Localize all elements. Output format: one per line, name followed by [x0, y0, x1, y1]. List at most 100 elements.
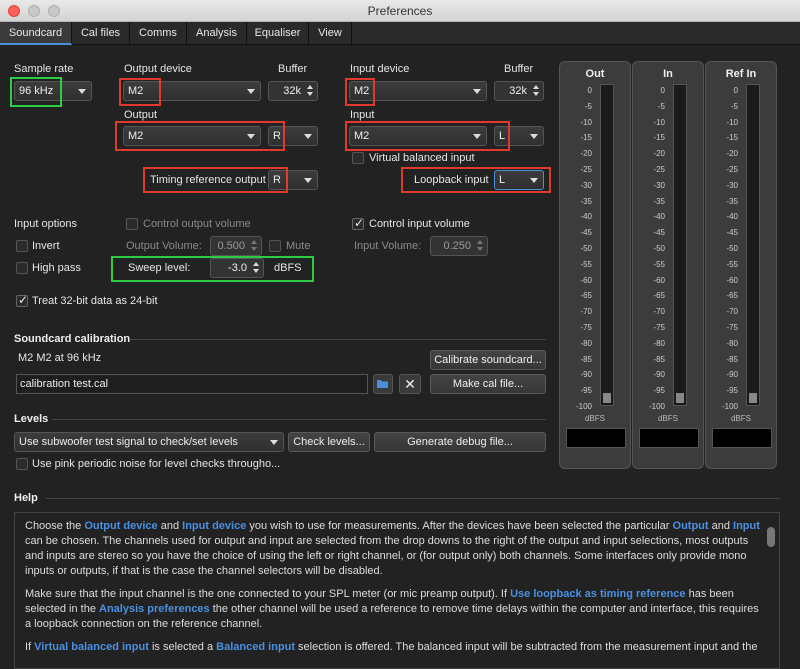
meter-tick-label: -50 [726, 244, 738, 253]
meter-tick-label: -60 [726, 275, 738, 285]
meter-tick-label: -15 [726, 133, 738, 143]
mute-checkbox[interactable] [269, 240, 281, 252]
high-pass-checkbox[interactable] [16, 262, 28, 274]
highlight-output-device [119, 78, 161, 106]
stepper-up-icon[interactable] [533, 85, 539, 89]
meter-tick-label: -45 [580, 228, 592, 238]
meter-unit: dBFS [730, 414, 751, 423]
help-text-panel[interactable]: Choose the Output device and Input devic… [14, 512, 780, 669]
input-options-label: Input options [14, 218, 77, 230]
pink-noise-checkbox[interactable] [16, 458, 28, 470]
meter-tick-label: -50 [580, 244, 592, 253]
help-text-run: can be chosen. The channels used for out… [25, 535, 749, 577]
help-highlight: Analysis preferences [99, 603, 210, 615]
scroll-thumb[interactable] [767, 527, 775, 547]
highlight-input [345, 121, 510, 151]
title-bar: Preferences [0, 0, 800, 22]
stepper-up-icon[interactable] [307, 85, 313, 89]
meter-title: In [663, 68, 673, 80]
input-buffer-value: 32k [509, 85, 527, 97]
stepper-down-icon[interactable] [477, 247, 483, 251]
chevron-down-icon [304, 134, 312, 139]
calibrate-soundcard-button[interactable]: Calibrate soundcard... [430, 350, 546, 370]
meter-tick-label: -55 [653, 259, 665, 269]
meter-tick-label: -75 [653, 323, 665, 332]
meter-bar [600, 84, 614, 406]
invert-label: Invert [32, 240, 60, 252]
meter-tick-label: -20 [653, 149, 665, 159]
stepper-down-icon[interactable] [533, 92, 539, 96]
meter-tick-label: -100 [575, 402, 592, 411]
make-cal-file-button[interactable]: Make cal file... [430, 374, 546, 394]
tab-comms[interactable]: Comms [130, 22, 187, 45]
help-scrollbar[interactable] [767, 517, 775, 665]
meter-tick-label: -60 [653, 275, 665, 285]
meter-tick-label: -70 [726, 307, 738, 317]
meter-tick-label: -30 [726, 180, 738, 190]
meter-fill [603, 393, 611, 403]
meter-tick-label: -95 [653, 386, 665, 396]
meter-tick-label: -20 [726, 149, 738, 159]
output-channel-label: Output [124, 109, 158, 121]
stepper-down-icon[interactable] [251, 247, 257, 251]
control-input-volume-checkbox[interactable] [352, 216, 364, 230]
virtual-balanced-checkbox[interactable] [352, 152, 364, 164]
calibration-file-field[interactable]: calibration test.cal [16, 374, 368, 394]
input-device-label: Input device [350, 63, 410, 75]
output-volume-value: 0.500 [217, 240, 245, 252]
meter-tick-label: -95 [580, 386, 592, 396]
input-buffer-stepper[interactable]: 32k [494, 81, 544, 101]
help-text-run: If [25, 641, 35, 653]
folder-icon[interactable] [373, 374, 393, 394]
meter-tick-label: -85 [653, 354, 665, 364]
help-paragraph: If Virtual balanced input is selected a … [25, 640, 763, 655]
check-levels-button[interactable]: Check levels... [288, 432, 370, 452]
close-icon[interactable]: ✕ [399, 374, 421, 394]
treat-32bit-checkbox[interactable] [16, 293, 28, 307]
output-buffer-label: Buffer [278, 63, 308, 75]
level-signal-select[interactable]: Use subwoofer test signal to check/set l… [14, 432, 284, 452]
output-buffer-stepper[interactable]: 32k [268, 81, 318, 101]
help-section-title: Help [14, 492, 38, 504]
output-volume-stepper[interactable]: 0.500 [210, 236, 262, 256]
tab-soundcard[interactable]: Soundcard [0, 22, 72, 45]
generate-debug-file-button[interactable]: Generate debug file... [374, 432, 546, 452]
control-output-volume-checkbox[interactable] [126, 218, 138, 230]
chevron-down-icon [270, 440, 278, 445]
meter-tick-label: -65 [580, 291, 592, 301]
meter-tick-label: -70 [580, 307, 592, 317]
tab-view[interactable]: View [309, 22, 352, 45]
input-volume-stepper[interactable]: 0.250 [430, 236, 488, 256]
calibration-file-value: calibration test.cal [20, 378, 109, 390]
level-signal-value: Use subwoofer test signal to check/set l… [19, 436, 238, 448]
stepper-up-icon[interactable] [251, 240, 257, 244]
meter-panel-ref-in: Ref In 0 -5 -10 -15 -20 -25 -30 -35 -40 -45 -50 -55 -… [705, 61, 777, 469]
stepper-down-icon[interactable] [307, 92, 313, 96]
tab-bar: Soundcard Cal files Comms Analysis Equal… [0, 22, 800, 45]
meter-readout [566, 428, 626, 448]
levels-section-title: Levels [14, 413, 49, 425]
control-output-volume-label: Control output volume [143, 218, 251, 230]
meter-tick-label: -75 [726, 323, 738, 332]
meter-tick-label: -25 [653, 165, 665, 174]
help-divider [46, 498, 780, 499]
meter-bar [673, 84, 687, 406]
help-highlight: Output device [84, 520, 158, 532]
stepper-up-icon[interactable] [477, 240, 483, 244]
tab-equaliser[interactable]: Equaliser [247, 22, 309, 45]
help-paragraph: Make sure that the input channel is the … [25, 587, 763, 632]
meter-fill [749, 393, 757, 403]
high-pass-label: High pass [32, 262, 81, 274]
meter-tick-label: -15 [653, 133, 665, 143]
calibration-section-title: Soundcard calibration [14, 333, 131, 345]
help-text-run: you wish to use for measurements. After … [246, 520, 673, 532]
chevron-down-icon [530, 134, 538, 139]
meter-tick-label: -65 [726, 291, 738, 301]
meter-tick-label: -55 [580, 259, 592, 269]
mute-label: Mute [286, 240, 311, 252]
invert-checkbox[interactable] [16, 240, 28, 252]
tab-analysis[interactable]: Analysis [187, 22, 247, 45]
tab-cal-files[interactable]: Cal files [72, 22, 130, 45]
meter-tick-label: -85 [580, 354, 592, 364]
meter-tick-label: -80 [580, 338, 592, 348]
